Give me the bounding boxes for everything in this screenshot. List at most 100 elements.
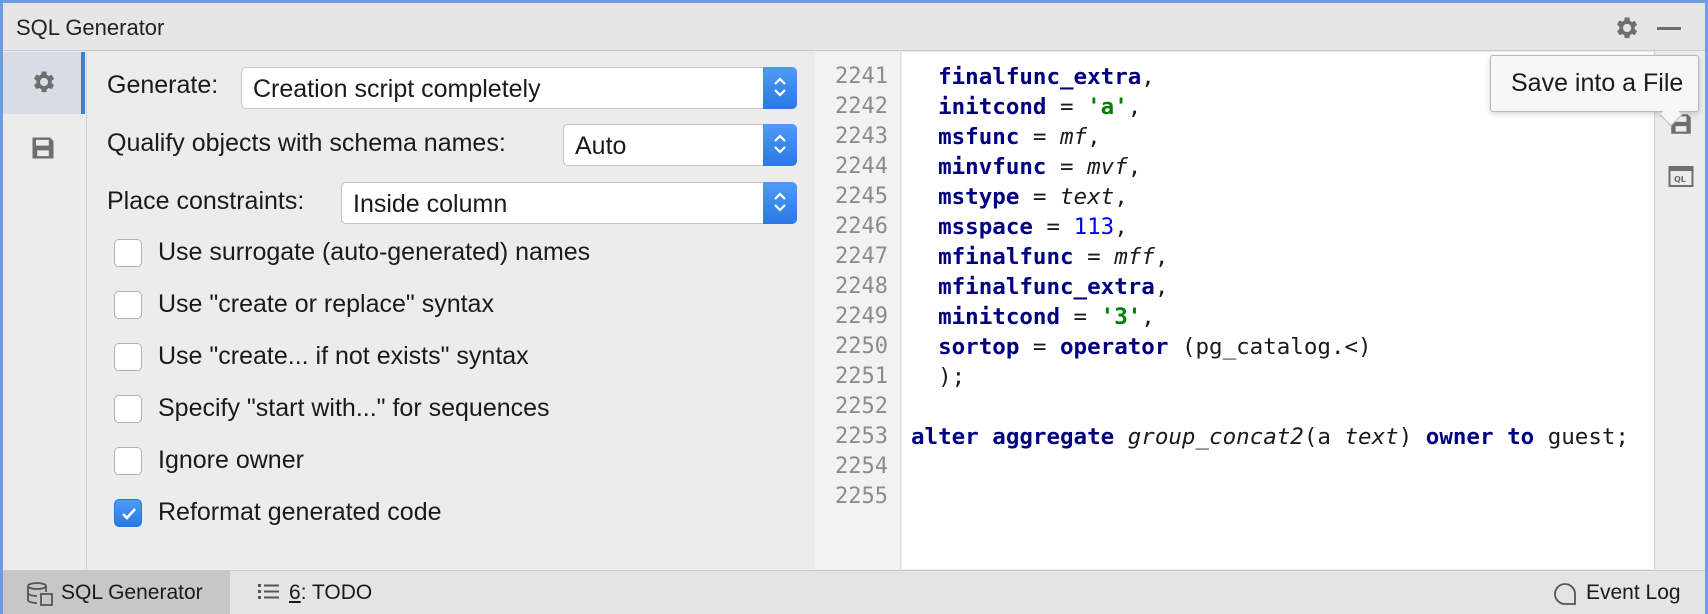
- option-label: Reformat generated code: [158, 498, 442, 526]
- code-text: ): [1398, 424, 1413, 450]
- code-keyword: alter: [911, 424, 979, 450]
- sql-generator-tool-tab[interactable]: SQL Generator: [3, 571, 230, 614]
- checkbox[interactable]: [114, 395, 142, 423]
- code-line-2249: minitcond = '3',: [938, 304, 1155, 330]
- checkbox[interactable]: [114, 239, 142, 267]
- qualify-label: Qualify objects with schema names:: [107, 129, 506, 157]
- code-value: text: [1060, 184, 1115, 210]
- code-line-2245: mstype = text,: [938, 184, 1128, 210]
- code-text: guest;: [1547, 424, 1629, 450]
- tooltip-text: Save into a File: [1511, 69, 1684, 97]
- title-bar: SQL Generator: [3, 3, 1705, 51]
- code-identifier: msfunc: [938, 124, 1020, 150]
- settings-tab-button[interactable]: [3, 52, 85, 114]
- status-tab-label: SQL Generator: [61, 581, 203, 604]
- event-log-tool-tab[interactable]: Event Log: [1548, 571, 1698, 614]
- sql-console-icon: QL: [1668, 166, 1694, 187]
- settings-panel: Generate: Creation script completely Qua…: [88, 52, 815, 569]
- code-line-2247: mfinalfunc = mff,: [938, 244, 1169, 270]
- checkmark-icon: [122, 508, 136, 520]
- window-title: SQL Generator: [16, 15, 165, 40]
- option-label: Specify "start with..." for sequences: [158, 394, 550, 422]
- list-icon: [258, 584, 279, 599]
- status-tab-label: Event Log: [1586, 581, 1681, 604]
- line-number: 2252: [835, 394, 888, 419]
- generate-label: Generate:: [107, 71, 219, 99]
- line-number: 2248: [835, 274, 888, 299]
- gear-icon: [34, 71, 55, 93]
- qualify-select-value: Auto: [575, 132, 627, 160]
- code-identifier: minvfunc: [938, 154, 1047, 180]
- code-value: mvf: [1087, 154, 1128, 180]
- code-identifier: msspace: [938, 214, 1033, 240]
- generate-select[interactable]: Creation script completely: [241, 67, 797, 109]
- code-text: );: [938, 364, 966, 390]
- code-identifier: mfinalfunc_extra: [938, 274, 1155, 300]
- line-number: 2243: [835, 124, 888, 149]
- save-tab-button[interactable]: [3, 118, 85, 180]
- line-number: 2249: [835, 304, 888, 329]
- code-line-2244: minvfunc = mvf,: [938, 154, 1142, 180]
- code-line-2242: initcond = 'a',: [938, 94, 1142, 120]
- option-label: Use surrogate (auto-generated) names: [158, 238, 591, 266]
- code-value: mf: [1060, 124, 1088, 150]
- code-type: text: [1344, 424, 1399, 450]
- chevron-updown-icon: [763, 124, 797, 166]
- sql-generator-window: SQL Generator Generate: Creation script …: [0, 0, 1708, 614]
- code-keyword: to: [1507, 424, 1535, 450]
- code-line-2253: alter aggregate group_concat2(a text) ow…: [911, 424, 1629, 450]
- code-line-2251: );: [911, 364, 965, 390]
- tooltip: Save into a File: [1490, 55, 1699, 112]
- code-identifier: mfinalfunc: [938, 244, 1074, 270]
- line-number: 2245: [835, 184, 888, 209]
- code-line-2243: msfunc = mf,: [938, 124, 1101, 150]
- line-number: 2251: [835, 364, 888, 389]
- chevron-updown-icon: [763, 67, 797, 109]
- code-line-2250: sortop = operator (pg_catalog.<): [938, 334, 1372, 360]
- checkbox[interactable]: [114, 291, 142, 319]
- todo-tool-tab[interactable]: 6: TODO: [253, 571, 393, 614]
- database-icon: [27, 582, 53, 606]
- line-number: 2242: [835, 94, 888, 119]
- option-label: Use "create or replace" syntax: [158, 290, 494, 318]
- code-number: 113: [1073, 214, 1115, 240]
- open-in-console-button[interactable]: QL: [1661, 157, 1701, 197]
- line-number: 2241: [835, 64, 888, 89]
- right-tool-strip: QL: [1654, 52, 1705, 569]
- code-text: (a: [1303, 424, 1345, 450]
- constraints-label: Place constraints:: [107, 187, 305, 215]
- minimize-icon[interactable]: [1655, 14, 1683, 42]
- code-value: (pg_catalog.<): [1181, 334, 1372, 360]
- line-number: 2246: [835, 214, 888, 239]
- code-string: 'a': [1087, 94, 1128, 120]
- checkbox-checked[interactable]: [114, 499, 142, 527]
- line-number: 2254: [835, 454, 888, 479]
- speech-bubble-icon: [1554, 583, 1576, 605]
- constraints-select-value: Inside column: [353, 190, 508, 218]
- code-identifier: minitcond: [938, 304, 1061, 330]
- code-value: mff: [1114, 244, 1155, 270]
- qualify-select[interactable]: Auto: [563, 124, 797, 166]
- generate-select-value: Creation script completely: [253, 75, 541, 103]
- left-tool-strip: [3, 52, 87, 569]
- svg-text:QL: QL: [1674, 175, 1686, 184]
- code-identifier: finalfunc_extra: [938, 64, 1142, 90]
- checkbox[interactable]: [114, 343, 142, 371]
- line-number-gutter: 2241 2242 2243 2244 2245 2246 2247 2248 …: [815, 52, 901, 569]
- status-bar: SQL Generator 6: TODO Event Log: [3, 570, 1705, 614]
- code-keyword: aggregate: [992, 424, 1115, 450]
- line-number: 2255: [835, 484, 888, 509]
- line-number: 2244: [835, 154, 888, 179]
- line-number: 2250: [835, 334, 888, 359]
- todo-label: : TODO: [300, 581, 373, 604]
- todo-shortcut-number: 6: [289, 581, 301, 604]
- checkbox[interactable]: [114, 447, 142, 475]
- code-editor[interactable]: finalfunc_extra, initcond = 'a', msfunc …: [902, 52, 1654, 569]
- constraints-select[interactable]: Inside column: [341, 182, 797, 224]
- line-number: 2247: [835, 244, 888, 269]
- code-keyword: owner: [1425, 424, 1494, 450]
- code-line-2241: finalfunc_extra,: [938, 64, 1155, 90]
- gear-icon[interactable]: [1612, 14, 1640, 42]
- code-line-2246: msspace = 113,: [938, 214, 1128, 240]
- option-label: Use "create... if not exists" syntax: [158, 342, 529, 370]
